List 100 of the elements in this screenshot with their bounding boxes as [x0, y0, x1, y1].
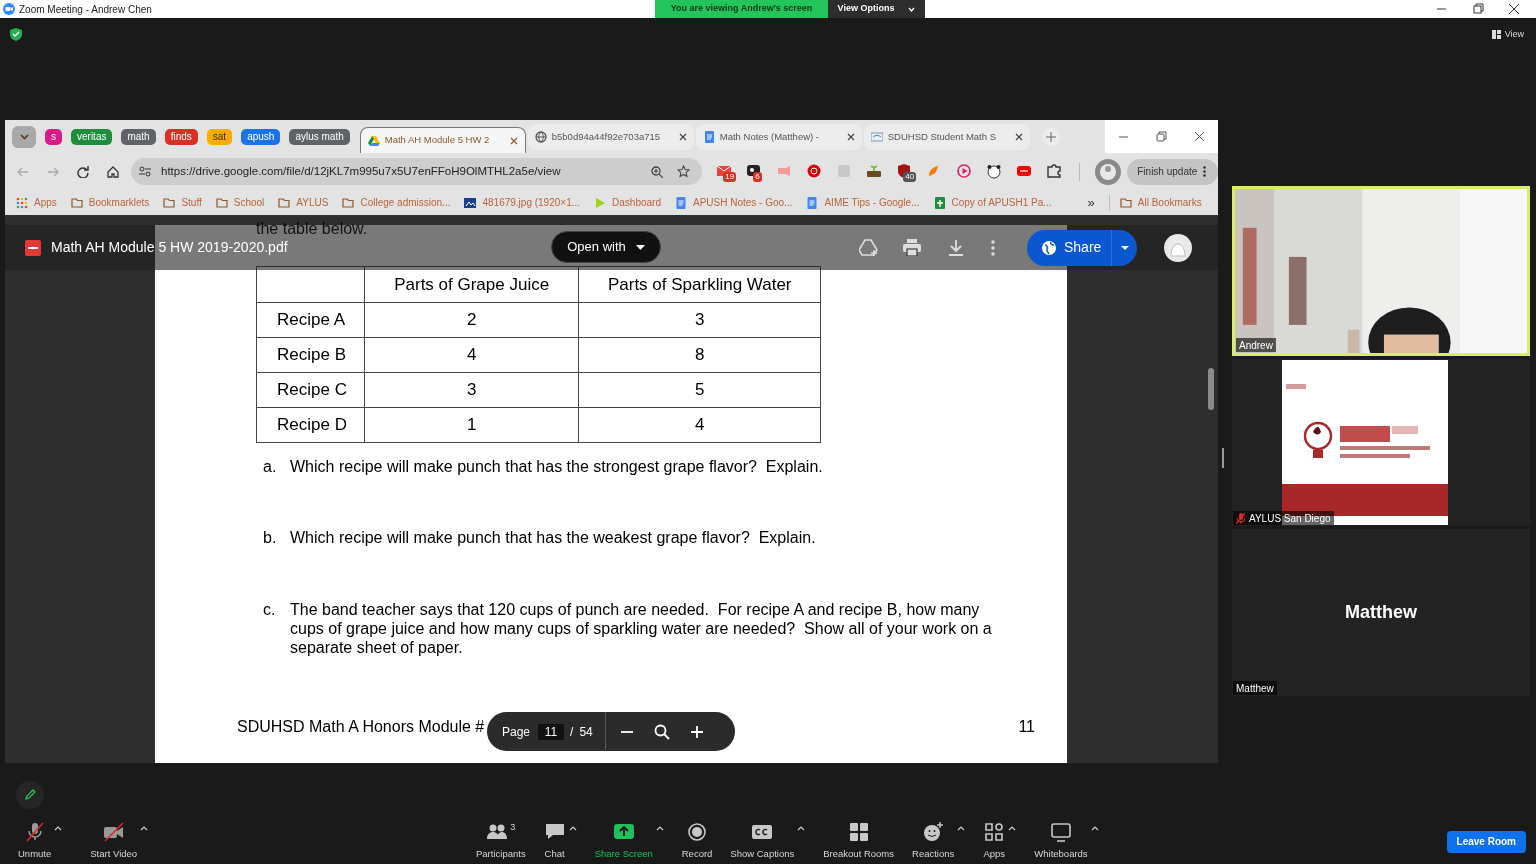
close-icon[interactable] — [1508, 3, 1520, 15]
tab-group-chip[interactable]: aylus math — [289, 128, 350, 145]
bookmark[interactable]: Stuff — [163, 195, 202, 210]
toolbar-button[interactable]: Apps — [983, 821, 1006, 862]
toolbar-button[interactable]: Reactions — [912, 821, 955, 862]
site-info-icon[interactable] — [139, 166, 151, 177]
caret-icon[interactable] — [1090, 825, 1099, 832]
extension-icon[interactable] — [986, 163, 1003, 179]
question-text: Which recipe will make punch that has the weakest grape flavor? Explain. — [290, 528, 817, 547]
browser-tab[interactable]: b5b0d94a44f92e703a715 — [527, 124, 694, 150]
bookmark[interactable]: All Bookmarks — [1119, 195, 1202, 210]
home-icon[interactable] — [107, 165, 119, 178]
add-to-drive-icon[interactable] — [859, 238, 879, 257]
toolbar-button[interactable]: Share Screen — [594, 821, 653, 862]
download-icon[interactable] — [948, 239, 964, 256]
annotate-button[interactable] — [16, 781, 44, 809]
table-cell: 1 — [364, 407, 579, 443]
tab-group-chip[interactable]: apush — [241, 128, 281, 145]
tab-group-chip[interactable]: finds — [164, 128, 198, 145]
bookmark[interactable]: Copy of APUSH1 Pa... — [933, 195, 1052, 210]
tab-group-chip[interactable]: veritas — [71, 128, 113, 145]
browser-tab[interactable]: SDUHSD Student Math S — [863, 124, 1030, 150]
column-header: Parts of Grape Juice — [364, 266, 579, 303]
apps-grid-icon — [16, 196, 28, 209]
tab-group-chip[interactable]: s — [45, 128, 62, 145]
zoom-in-icon[interactable] — [689, 724, 704, 739]
tab-search-button[interactable] — [12, 125, 36, 148]
open-with-button[interactable]: Open with — [551, 231, 661, 263]
list-marker: c. — [263, 600, 277, 620]
print-icon[interactable] — [903, 239, 921, 256]
file-name: Math AH Module 5 HW 2019-2020.pdf — [51, 238, 288, 257]
pencil-icon — [24, 789, 36, 801]
close-icon[interactable] — [1193, 131, 1205, 142]
more-bookmarks-button[interactable]: » — [1087, 196, 1095, 209]
toolbar-button[interactable]: Unmute — [18, 821, 52, 862]
table-cell: 8 — [578, 337, 821, 373]
notification-count: 40 — [903, 172, 917, 182]
view-options-button[interactable]: View Options — [828, 0, 925, 18]
notification-count: 6 — [753, 172, 762, 182]
scrollbar-thumb[interactable] — [1208, 368, 1214, 410]
caret-icon[interactable] — [797, 825, 806, 832]
profile-avatar-icon[interactable] — [1095, 158, 1122, 185]
extension-icon[interactable] — [1046, 163, 1063, 179]
table-cell: 2 — [364, 302, 579, 338]
resize-handle[interactable] — [1222, 448, 1224, 468]
bookmark[interactable]: College admission... — [342, 195, 451, 210]
tab-group-chip[interactable]: math — [121, 128, 156, 145]
account-avatar-icon[interactable] — [1164, 233, 1192, 262]
close-icon[interactable] — [678, 133, 687, 141]
page-input[interactable]: 11 — [538, 723, 565, 740]
body-text: the table below. — [256, 221, 369, 237]
restore-icon[interactable] — [1472, 3, 1484, 15]
close-icon[interactable] — [1014, 133, 1023, 141]
caret-icon[interactable] — [140, 825, 149, 832]
bookmark[interactable]: APUSH Notes - Goo... — [674, 195, 793, 210]
toolbar-button[interactable]: Whiteboards — [1034, 821, 1088, 862]
page-label: Page — [502, 723, 531, 741]
caret-icon[interactable] — [957, 825, 966, 832]
zoom-icon[interactable] — [651, 165, 664, 178]
bookmark[interactable]: School — [215, 195, 265, 210]
star-icon[interactable] — [677, 165, 691, 178]
browser-tab[interactable]: Math Notes (Matthew) - — [695, 124, 862, 150]
extension-icon[interactable] — [866, 163, 883, 179]
close-icon[interactable] — [509, 136, 518, 145]
toolbar-button[interactable]: Breakout Rooms — [823, 821, 895, 862]
docs-icon — [702, 131, 715, 143]
table-cell: Recipe A — [256, 302, 365, 338]
caret-icon[interactable] — [54, 825, 63, 832]
bookmark[interactable]: AIME Tips - Google... — [806, 195, 920, 210]
participant-count: 3 — [510, 821, 516, 835]
toolbar-button[interactable]: Record — [681, 821, 713, 862]
table-cell: 4 — [578, 407, 821, 443]
question-text: The band teacher says that 120 cups of punch are needed. For recipe A and recipe B, how many cups of grape juice and how many cups of sparkling water are needed? Show all of your work on a separate sheet of paper. — [290, 600, 993, 657]
view-button[interactable]: View — [1491, 28, 1524, 42]
zoom-icon[interactable] — [653, 723, 670, 740]
tab-group-chip[interactable]: sat — [206, 128, 233, 145]
bookmark[interactable]: Dashboard — [594, 195, 661, 210]
bookmark[interactable]: 481679.jpg (1920×1... — [464, 195, 581, 210]
page-number: 11 — [1018, 717, 1035, 737]
name-label: AYLUS San Diego — [1233, 511, 1334, 525]
browser-tab[interactable]: Math AH Module 5 HW 2 — [359, 127, 526, 153]
caret-icon — [908, 6, 916, 12]
bookmark[interactable]: Bookmarklets — [70, 195, 150, 210]
caret-icon[interactable] — [655, 825, 664, 832]
address-bar[interactable]: https://drive.google.com/file/d/12jKL7m995u7x5U7enFFoH9OlMTHL2a5e/view — [131, 158, 703, 185]
toolbar-button[interactable]: Start Video — [90, 821, 138, 862]
caret-icon[interactable] — [1008, 825, 1017, 832]
close-icon[interactable] — [846, 133, 855, 141]
bookmark[interactable]: Apps — [16, 195, 57, 210]
caret-icon[interactable] — [568, 825, 577, 832]
toolbar-button[interactable]: 3 Participants — [476, 821, 526, 862]
table-cell: Recipe D — [256, 407, 365, 443]
toolbar-button[interactable]: Show Captions — [730, 821, 795, 862]
restore-icon[interactable] — [1156, 131, 1167, 142]
leave-room-button[interactable]: Leave Room — [1446, 830, 1526, 853]
shield-icon — [10, 28, 22, 41]
finish-update-button[interactable]: Finish update — [1127, 158, 1218, 185]
reload-icon[interactable] — [77, 165, 89, 178]
toolbar-button[interactable]: Chat — [543, 821, 566, 862]
more-icon[interactable] — [991, 239, 995, 256]
